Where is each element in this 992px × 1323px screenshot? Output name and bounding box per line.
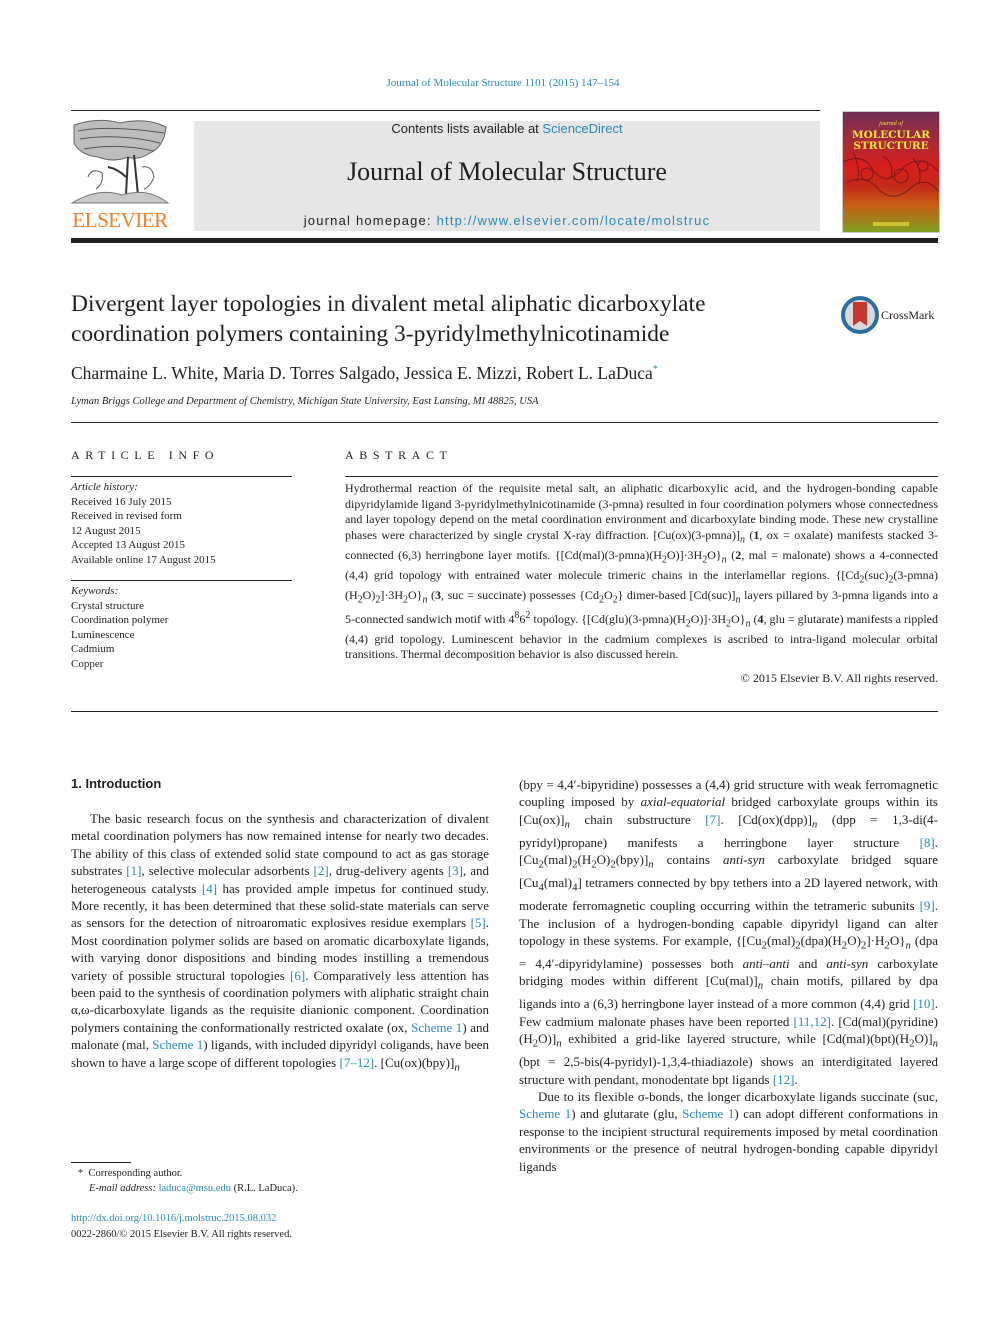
ref-link[interactable]: [2] <box>314 863 329 878</box>
keywords: Keywords: Crystal structure Coordination… <box>71 584 168 671</box>
article-title-line2: coordination polymers containing 3-pyrid… <box>71 321 670 347</box>
ref-link[interactable]: [4] <box>202 881 217 896</box>
crossmark-icon <box>841 296 879 334</box>
header-thick-rule <box>71 238 938 243</box>
journal-header-banner: Contents lists available at ScienceDirec… <box>194 121 820 231</box>
article-info-heading: ARTICLE INFO <box>71 448 220 462</box>
author-names: Charmaine L. White, Maria D. Torres Salg… <box>71 363 653 383</box>
article-title: Divergent layer topologies in divalent m… <box>71 289 831 349</box>
section-heading-introduction: 1. Introduction <box>71 776 162 791</box>
keyword-item: Luminescence <box>71 628 135 641</box>
history-item: Available online 17 August 2015 <box>71 553 216 566</box>
scheme-link[interactable]: Scheme 1 <box>411 1020 462 1035</box>
abstract-text: Hydrothermal reaction of the requisite m… <box>345 481 939 662</box>
issn-line: 0022-2860/© 2015 Elsevier B.V. All right… <box>71 1228 292 1240</box>
keyword-item: Copper <box>71 657 104 670</box>
article-history: Article history: Received 16 July 2015 R… <box>71 480 216 567</box>
ref-link[interactable]: [1] <box>126 863 141 878</box>
scheme-link[interactable]: Scheme 1 <box>682 1106 734 1121</box>
contents-prefix: Contents lists available at <box>391 121 543 136</box>
doi-link[interactable]: http://dx.doi.org/10.1016/j.molstruc.201… <box>71 1211 292 1227</box>
cover-journal-small: journal of <box>879 121 903 127</box>
ref-link[interactable]: [6] <box>290 968 305 983</box>
ref-link[interactable]: [10] <box>913 996 935 1011</box>
scheme-link[interactable]: Scheme 1 <box>519 1106 571 1121</box>
keywords-rule <box>71 580 292 581</box>
body-column-left: The basic research focus on the synthesi… <box>71 811 490 1074</box>
sciencedirect-link[interactable]: ScienceDirect <box>542 121 622 136</box>
history-item: Received in revised form <box>71 510 182 522</box>
homepage-link[interactable]: http://www.elsevier.com/locate/molstruc <box>437 213 711 228</box>
author-list: Charmaine L. White, Maria D. Torres Salg… <box>71 363 658 384</box>
abstract-copyright: © 2015 Elsevier B.V. All rights reserved… <box>740 671 938 685</box>
history-item: Accepted 13 August 2015 <box>71 539 185 551</box>
homepage-prefix: journal homepage: <box>303 213 437 228</box>
cover-title: MOLECULAR STRUCTURE <box>843 130 939 152</box>
elsevier-wordmark: ELSEVIER <box>72 208 168 232</box>
email-suffix: (R.L. LaDuca). <box>230 1183 298 1194</box>
abstract-rule <box>345 476 938 477</box>
corresponding-author-marker[interactable]: * <box>653 364 658 375</box>
corresponding-author-note: * Corresponding author. <box>78 1166 298 1181</box>
ref-link[interactable]: [11,12] <box>794 1014 831 1029</box>
ref-link[interactable]: [9] <box>920 898 935 913</box>
footnote: * Corresponding author. E-mail address: … <box>78 1166 298 1196</box>
ref-link[interactable]: [3] <box>448 863 463 878</box>
keyword-item: Cadmium <box>71 643 115 655</box>
article-title-line1: Divergent layer topologies in divalent m… <box>71 291 706 317</box>
affiliation: Lyman Briggs College and Department of C… <box>71 396 539 407</box>
cover-title-line2: STRUCTURE <box>853 140 929 152</box>
crossmark-button[interactable]: CrossMark <box>841 296 941 334</box>
history-item: 12 August 2015 <box>71 524 141 537</box>
article-info-rule <box>71 476 292 477</box>
journal-cover-image[interactable]: journal of MOLECULAR STRUCTURE <box>842 111 940 233</box>
ref-link[interactable]: [12] <box>773 1072 795 1087</box>
ref-link[interactable]: [7–12] <box>339 1055 374 1070</box>
abstract-bottom-rule <box>71 711 938 712</box>
header-top-rule <box>71 110 820 111</box>
ref-link[interactable]: [8] <box>920 835 935 850</box>
email-line: E-mail address: laduca@msu.edu (R.L. LaD… <box>78 1181 298 1196</box>
ref-link[interactable]: [5] <box>471 915 486 930</box>
scheme-link[interactable]: Scheme 1 <box>152 1037 203 1052</box>
body-column-right: (bpy = 4,4′-bipyridine) possesses a (4,4… <box>519 777 939 1174</box>
crossmark-label: CrossMark <box>881 308 935 322</box>
contents-line: Contents lists available at ScienceDirec… <box>194 121 820 136</box>
ref-link[interactable]: [7] <box>705 812 720 827</box>
elsevier-logo[interactable]: ELSEVIER <box>68 117 172 233</box>
journal-name: Journal of Molecular Structure <box>347 157 667 186</box>
footnote-rule <box>71 1162 131 1163</box>
footnote-marker: * <box>78 1168 84 1179</box>
corresponding-text: Corresponding author. <box>88 1168 183 1179</box>
keywords-label: Keywords: <box>71 585 119 597</box>
keyword-item: Crystal structure <box>71 599 145 612</box>
doi-block: http://dx.doi.org/10.1016/j.molstruc.201… <box>71 1211 292 1242</box>
history-label: Article history: <box>71 481 138 493</box>
homepage-line: journal homepage: http://www.elsevier.co… <box>194 213 820 228</box>
abstract-heading: ABSTRACT <box>345 448 453 462</box>
history-item: Received 16 July 2015 <box>71 495 172 508</box>
email-link[interactable]: laduca@msu.edu <box>159 1183 231 1194</box>
keyword-item: Coordination polymer <box>71 614 169 626</box>
email-label: E-mail address: <box>89 1183 156 1194</box>
title-rule <box>71 422 938 423</box>
journal-citation-link[interactable]: Journal of Molecular Structure 1101 (201… <box>0 77 992 89</box>
elsevier-tree-icon <box>70 119 170 204</box>
